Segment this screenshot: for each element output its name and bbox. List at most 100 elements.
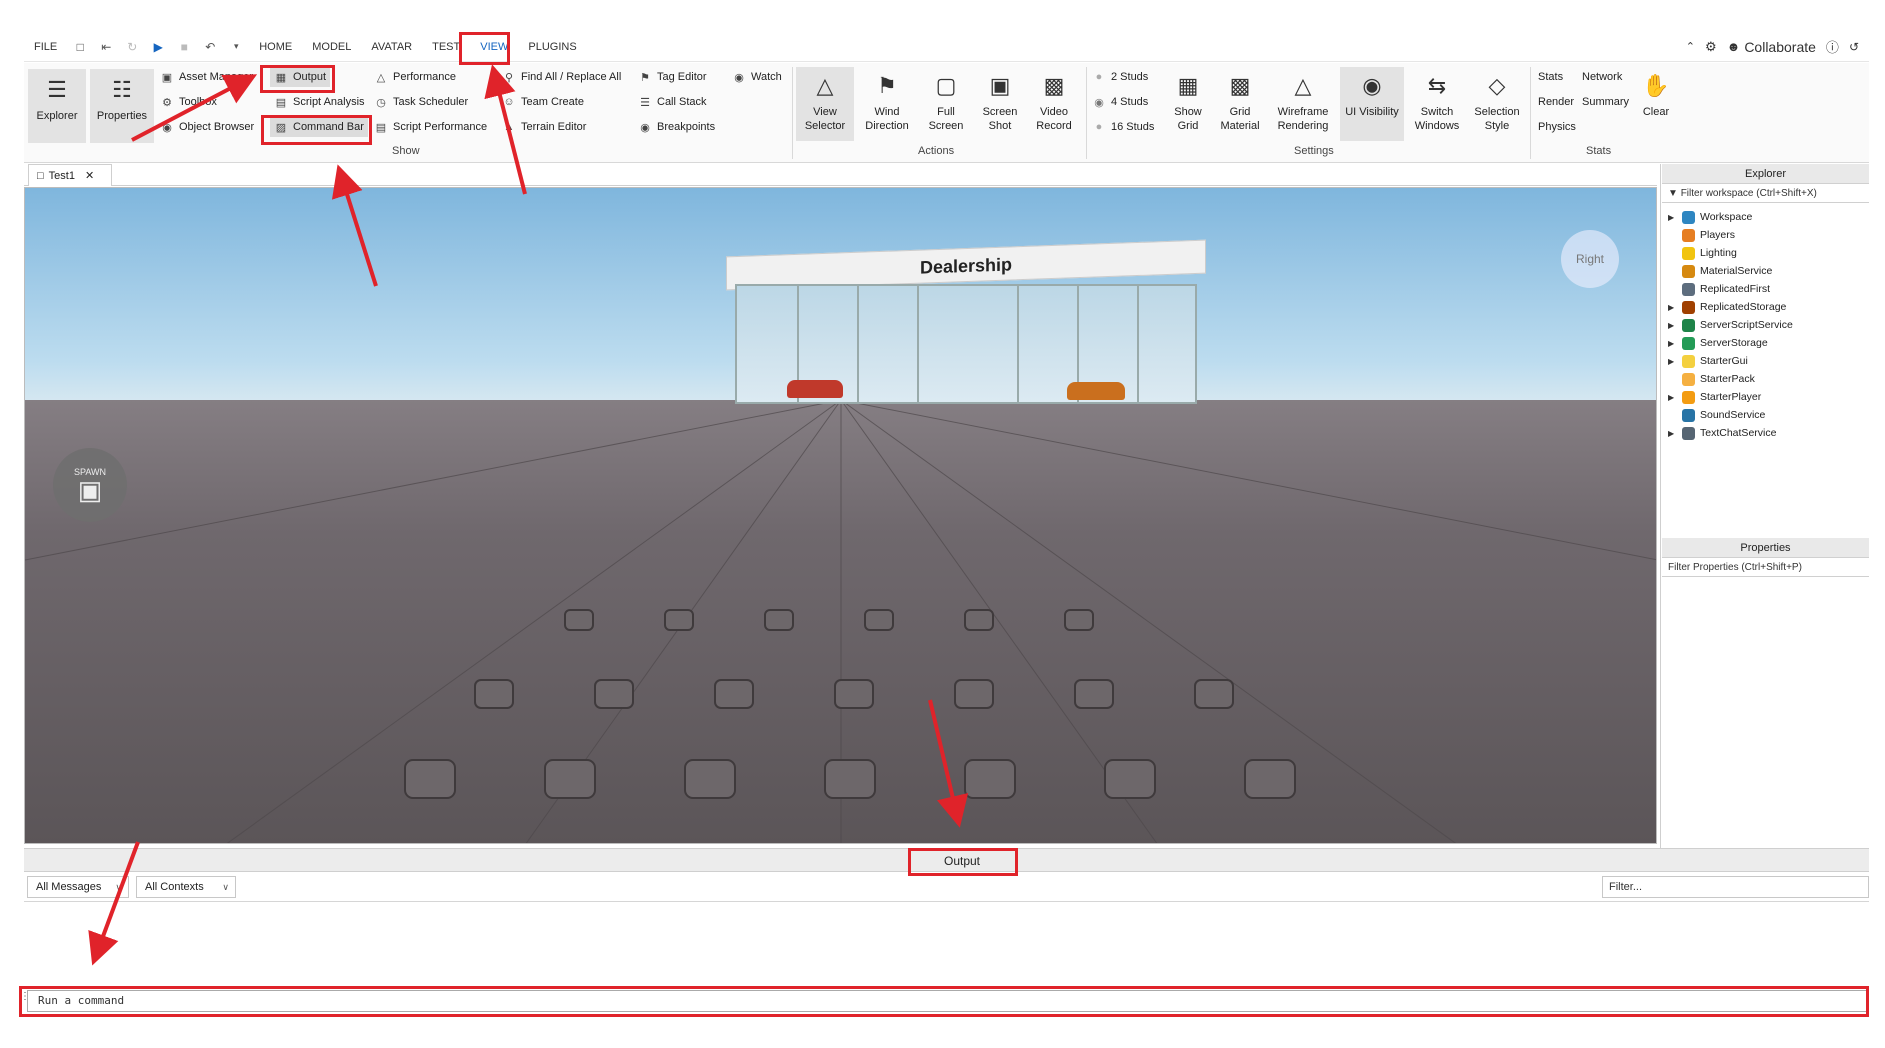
explorer-item[interactable]: StarterPack (1662, 370, 1869, 388)
studs-4-radio[interactable]: ◉ 4 Studs (1092, 92, 1148, 112)
explorer-button[interactable]: ☰ Explorer (28, 69, 86, 143)
open-file-icon[interactable]: ⇤ (99, 40, 113, 54)
help-icon[interactable]: ⓘ (1826, 37, 1839, 56)
tag-editor-button[interactable]: ⚑ Tag Editor (638, 67, 706, 87)
explorer-item[interactable]: ▶ ReplicatedStorage (1662, 298, 1869, 316)
object-browser-button[interactable]: ◉ Object Browser (160, 117, 254, 137)
tab-view[interactable]: VIEW (470, 32, 518, 62)
properties-button[interactable]: ☷ Properties (90, 69, 154, 143)
grid-material-label-1: Grid (1229, 106, 1251, 118)
share-icon[interactable]: ↺ (1849, 40, 1859, 54)
network-button[interactable]: Network (1582, 67, 1622, 87)
video-record-button[interactable]: ▩ Video Record (1028, 67, 1080, 141)
properties-filter-input[interactable]: Filter Properties (Ctrl+Shift+P) (1662, 559, 1869, 577)
redo-icon[interactable]: ↻ (125, 40, 139, 54)
command-bar-button[interactable]: ▨ Command Bar (270, 117, 368, 137)
asset-manager-icon: ▣ (161, 71, 173, 84)
tab-home[interactable]: HOME (249, 32, 302, 62)
switch-windows-button[interactable]: ⇆ Switch Windows (1408, 67, 1466, 141)
toolbox-button[interactable]: ⚙ Toolbox (160, 92, 217, 112)
notification-icon[interactable]: ⚙ (1705, 39, 1717, 55)
output-filter-input[interactable]: Filter... (1602, 876, 1869, 898)
explorer-item-label: ReplicatedFirst (1700, 283, 1771, 295)
render-button[interactable]: Render (1538, 92, 1574, 112)
show-grid-button[interactable]: ▦ Show Grid (1164, 67, 1212, 141)
undo-icon[interactable]: ↶ (203, 40, 217, 54)
call-stack-button[interactable]: ☰ Call Stack (638, 92, 706, 112)
expand-arrow-icon[interactable]: ▶ (1668, 303, 1678, 312)
explorer-item[interactable]: Lighting (1662, 244, 1869, 262)
terrain-editor-button[interactable]: ▲ Terrain Editor (502, 117, 587, 137)
clear-stats-button[interactable]: ✋ Clear (1636, 67, 1676, 127)
explorer-item-label: Workspace (1700, 211, 1753, 223)
messages-dropdown[interactable]: All Messages ∨ (27, 876, 129, 898)
switch-windows-label-2: Windows (1414, 120, 1460, 132)
wind-direction-button[interactable]: ⚑ Wind Direction (858, 67, 916, 141)
asset-manager-button[interactable]: ▣ Asset Manager (160, 67, 253, 87)
service-icon (1682, 210, 1695, 224)
tab-avatar[interactable]: AVATAR (361, 32, 422, 62)
red-car (787, 380, 843, 398)
close-icon[interactable]: ✕ (85, 169, 94, 182)
explorer-item[interactable]: ▶ ServerStorage (1662, 334, 1869, 352)
3d-viewport[interactable]: Dealership Right SPAWN ▣ (24, 187, 1657, 844)
explorer-item[interactable]: Players (1662, 226, 1869, 244)
play-icon[interactable]: ▶ (151, 40, 165, 54)
spawn-location[interactable]: SPAWN ▣ (53, 448, 127, 522)
explorer-item[interactable]: SoundService (1662, 406, 1869, 424)
wireframe-rendering-button[interactable]: △ Wireframe Rendering (1268, 67, 1338, 141)
performance-button[interactable]: △ Performance (374, 67, 456, 87)
ui-visibility-button[interactable]: ◉ UI Visibility (1340, 67, 1404, 141)
explorer-item[interactable]: ▶ StarterGui (1662, 352, 1869, 370)
collaborate-button[interactable]: ☻ Collaborate (1727, 39, 1816, 55)
contexts-dropdown-value: All Contexts (145, 881, 204, 893)
tab-test[interactable]: TEST (422, 32, 470, 62)
grid-material-button[interactable]: ▩ Grid Material (1214, 67, 1266, 141)
explorer-item[interactable]: ▶ TextChatService (1662, 424, 1869, 442)
expand-arrow-icon[interactable]: ▶ (1668, 339, 1678, 348)
script-analysis-button[interactable]: ▤ Script Analysis (274, 92, 365, 112)
task-scheduler-button[interactable]: ◷ Task Scheduler (374, 92, 468, 112)
watch-button[interactable]: ◉ Watch (732, 67, 782, 87)
new-file-icon[interactable]: □ (73, 40, 87, 54)
physics-button[interactable]: Physics (1538, 117, 1576, 137)
expand-arrow-icon[interactable]: ▶ (1668, 393, 1678, 402)
chevron-up-icon[interactable]: ⌃ (1686, 40, 1695, 53)
document-tab[interactable]: □ Test1 ✕ (28, 164, 112, 186)
screen-shot-button[interactable]: ▣ Screen Shot (974, 67, 1026, 141)
contexts-dropdown[interactable]: All Contexts ∨ (136, 876, 236, 898)
selection-style-button[interactable]: ◇ Selection Style (1468, 67, 1526, 141)
studs-16-radio[interactable]: ● 16 Studs (1092, 117, 1155, 137)
summary-button[interactable]: Summary (1582, 92, 1629, 112)
script-performance-button[interactable]: ▤ Script Performance (374, 117, 487, 137)
breakpoints-button[interactable]: ◉ Breakpoints (638, 117, 715, 137)
stats-label: Stats (1538, 71, 1564, 83)
studs-2-label: 2 Studs (1111, 71, 1149, 83)
expand-arrow-icon[interactable]: ▶ (1668, 321, 1678, 330)
customize-icon[interactable]: ▾ (229, 40, 243, 54)
view-cube-compass[interactable]: Right (1561, 230, 1619, 288)
explorer-item[interactable]: MaterialService (1662, 262, 1869, 280)
expand-arrow-icon[interactable]: ▶ (1668, 429, 1678, 438)
tab-plugins[interactable]: PLUGINS (518, 32, 586, 62)
explorer-item[interactable]: ▶ Workspace (1662, 208, 1869, 226)
team-create-button[interactable]: ☺ Team Create (502, 92, 584, 112)
find-all-button[interactable]: ⚲ Find All / Replace All (502, 67, 621, 87)
stop-icon[interactable]: ■ (177, 40, 191, 54)
expand-arrow-icon[interactable]: ▶ (1668, 357, 1678, 366)
stats-button[interactable]: Stats (1538, 67, 1563, 87)
full-screen-button[interactable]: ▢ Full Screen (920, 67, 972, 141)
explorer-filter-input[interactable]: ▼ Filter workspace (Ctrl+Shift+X) (1662, 185, 1869, 203)
tab-model[interactable]: MODEL (302, 32, 361, 62)
expand-arrow-icon[interactable]: ▶ (1668, 213, 1678, 222)
menu-file[interactable]: FILE (24, 32, 67, 62)
studs-2-radio[interactable]: ● 2 Studs (1092, 67, 1149, 87)
view-selector-button[interactable]: △ View Selector (796, 67, 854, 141)
output-button[interactable]: ▦ Output (270, 67, 331, 87)
command-bar-input[interactable]: Run a command (27, 990, 1867, 1012)
explorer-item[interactable]: ▶ StarterPlayer (1662, 388, 1869, 406)
explorer-item[interactable]: ReplicatedFirst (1662, 280, 1869, 298)
collaborate-label: Collaborate (1744, 38, 1816, 55)
team-create-icon: ☺ (503, 96, 515, 108)
explorer-item[interactable]: ▶ ServerScriptService (1662, 316, 1869, 334)
